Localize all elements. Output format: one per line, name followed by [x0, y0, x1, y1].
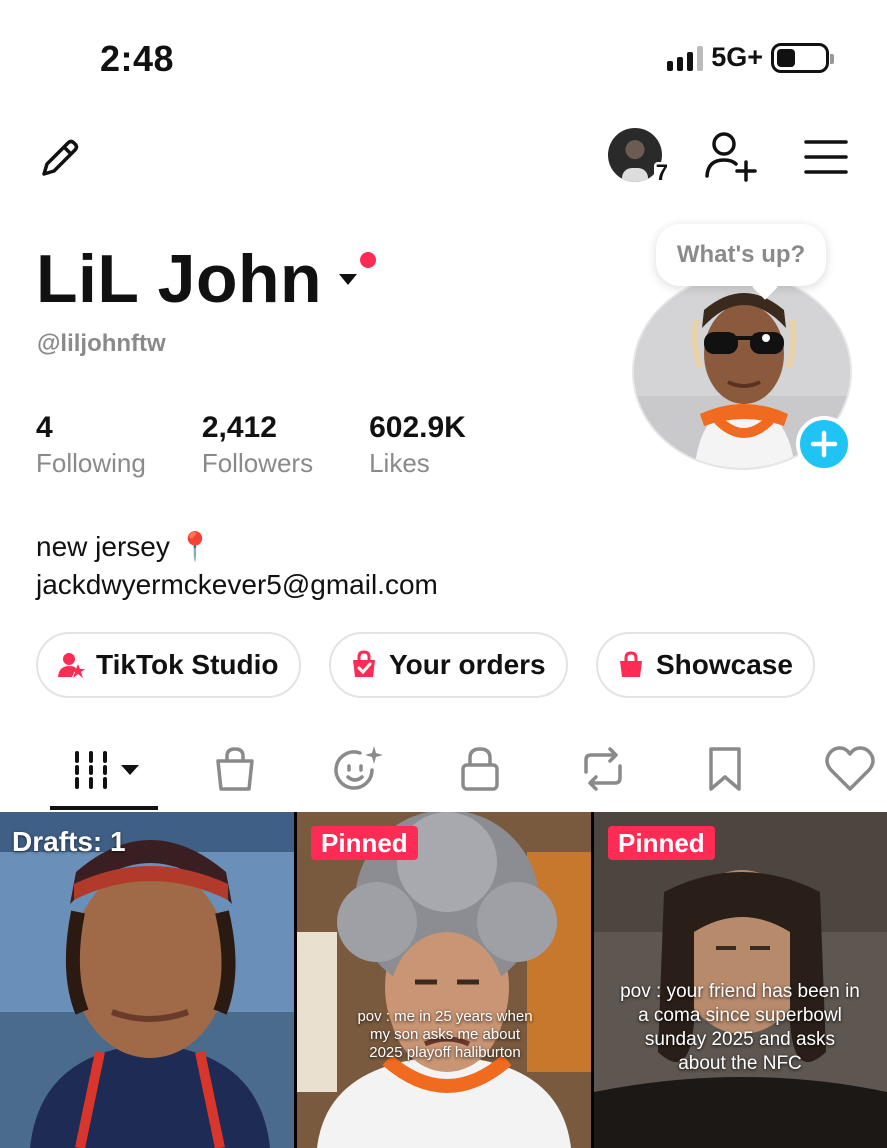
shopping-bag-icon: [216, 747, 254, 791]
menu-button[interactable]: [804, 138, 848, 176]
face-sparkle-icon: [334, 746, 383, 790]
video-tile-pinned-1[interactable]: Pinned pov : me in 25 years when my son …: [297, 812, 591, 1148]
video-thumbnail: [297, 812, 591, 1148]
video-tile-drafts[interactable]: Drafts: 1: [0, 812, 294, 1148]
studio-icon: [58, 653, 85, 678]
stat-followers[interactable]: 2,412 Followers: [202, 410, 313, 480]
notification-dot: [360, 252, 376, 268]
bio-location: new jersey 📍: [36, 531, 213, 562]
tab-videos[interactable]: [66, 738, 146, 800]
likes-label: Likes: [369, 448, 430, 478]
tab-liked[interactable]: [822, 738, 878, 800]
video-thumbnail: [0, 812, 294, 1148]
video-caption: pov : me in 25 years when my son asks me…: [357, 1008, 533, 1061]
bio-email: jackdwyermckever5@gmail.com: [36, 569, 438, 600]
followers-label: Followers: [201, 448, 314, 478]
caret-down-icon[interactable]: [337, 268, 359, 290]
shopping-bag-icon: [620, 651, 642, 677]
heart-icon: [825, 746, 875, 791]
username: @liljohnftw: [37, 330, 166, 357]
video-tile-pinned-2[interactable]: Pinned pov : your friend has been in a c…: [594, 812, 887, 1148]
tiktok-studio-button[interactable]: TikTok Studio: [36, 632, 301, 698]
stat-following[interactable]: 4 Following: [36, 410, 146, 480]
display-name: LiL John: [36, 241, 323, 317]
following-count: 4: [36, 411, 53, 444]
stat-likes[interactable]: 602.9K Likes: [369, 410, 466, 480]
active-tab-indicator: [50, 806, 158, 810]
hamburger-menu-icon: [804, 140, 848, 174]
your-orders-label: Your orders: [389, 649, 546, 680]
status-time: 2:48: [100, 38, 175, 79]
tab-favorites[interactable]: [704, 738, 746, 800]
tab-shop[interactable]: [210, 738, 260, 800]
add-story-button[interactable]: [796, 416, 852, 472]
orders-icon: [353, 650, 375, 677]
tab-ai-self[interactable]: [330, 738, 386, 800]
edit-profile-button[interactable]: [36, 134, 84, 182]
followers-count: 2,412: [201, 411, 277, 444]
pinned-badge: Pinned: [608, 826, 715, 860]
profile-stats: 4 Following 2,412 Followers 602.9K Likes: [36, 410, 522, 480]
pencil-icon: [42, 139, 79, 176]
add-user-icon: [705, 132, 757, 182]
plus-icon: [810, 430, 838, 458]
your-orders-button[interactable]: Your orders: [329, 632, 568, 698]
lock-icon: [461, 747, 499, 791]
following-label: Following: [36, 448, 146, 478]
drafts-count: Drafts: 1: [12, 826, 126, 857]
showcase-label: Showcase: [656, 649, 793, 680]
pinned-badge: Pinned: [311, 826, 418, 860]
video-caption: pov : your friend has been in a coma sin…: [620, 981, 860, 1074]
repost-icon: [584, 747, 622, 791]
profile-tabs: [0, 738, 887, 812]
tab-private[interactable]: [458, 738, 502, 800]
status-indicators: 5G+: [667, 42, 834, 73]
battery-icon: [771, 42, 834, 73]
video-grid: Drafts: 1 Pinned pov : me in 25 years wh…: [0, 812, 887, 1148]
tab-reposts[interactable]: [578, 738, 628, 800]
bookmark-icon: [709, 747, 741, 791]
signal-icon: [667, 45, 704, 71]
tiktok-studio-label: TikTok Studio: [96, 649, 279, 680]
network-type: 5G+: [711, 42, 763, 72]
showcase-button[interactable]: Showcase: [596, 632, 815, 698]
add-friend-button[interactable]: [702, 130, 758, 182]
account-count: 7: [653, 160, 670, 185]
likes-count: 602.9K: [369, 411, 466, 444]
avatar-status-bubble[interactable]: What's up?: [656, 224, 826, 286]
grid-icon: [75, 751, 139, 789]
bio: new jersey 📍 jackdwyermckever5@gmail.com: [36, 528, 438, 604]
switch-account-button[interactable]: 7: [608, 128, 670, 184]
